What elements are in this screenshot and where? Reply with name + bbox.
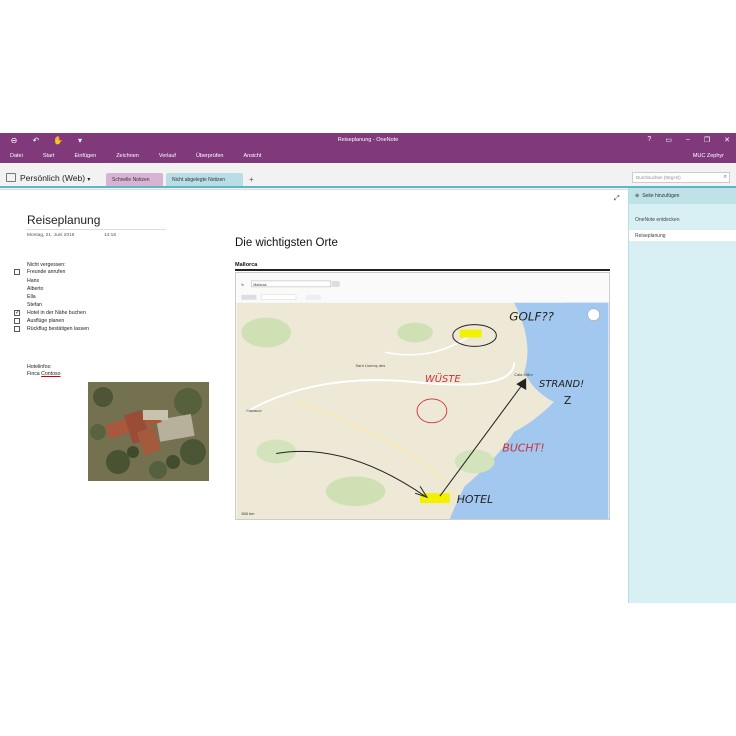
tab-datei[interactable]: Datei [10,153,23,159]
todo-item[interactable]: Ausflüge planen [14,318,64,324]
todo-item[interactable]: Rückflug bestätigen lassen [14,326,89,332]
title-divider [26,229,166,230]
annotation-golf: GOLF?? [509,310,554,324]
checkbox[interactable] [14,269,20,275]
ribbon-tabs: Datei Start Einfügen Zeichnen Verlauf Üb… [10,153,282,159]
help-icon[interactable]: ? [647,136,651,144]
checkbox-checked[interactable]: ✓ [14,310,20,316]
tab-start[interactable]: Start [43,153,55,159]
page-time: 14:16 [104,233,117,238]
hotel-name: Finca Contoso [27,371,60,377]
annotation-bucht: BUCHT! [502,442,544,455]
close-icon[interactable]: ✕ [724,136,730,144]
restore-icon[interactable]: ❐ [704,136,710,144]
page-date: Montag, 21. Juni 2015 [27,233,75,238]
search-input[interactable]: Durchsuchen (Strg+E) ⌕ [632,172,730,183]
hotel-info-label: Hotelinfos: [27,364,52,370]
todo-text: Freunde anrufen [27,269,66,275]
todo-item[interactable]: ✓ Hotel in der Nähe buchen [14,310,86,316]
annotation-hotel: HOTEL [457,493,493,506]
add-page-label: Seite hinzufügen [642,193,680,199]
tab-ansicht[interactable]: Ansicht [243,153,261,159]
search-placeholder: Durchsuchen (Strg+E) [636,175,681,180]
checkbox[interactable] [14,326,20,332]
svg-text:500 km: 500 km [241,511,255,516]
window-controls: ? ▭ – ❐ ✕ [647,136,730,144]
map-label: Cala Millor [514,372,533,377]
subsection-divider [235,269,610,271]
list-item: Hans [27,278,40,284]
expand-icon[interactable]: ⤢ [614,195,620,203]
notebook-name: Persönlich (Web) [20,173,86,183]
pages-panel: ⊕ Seite hinzufügen OneNote entdecken Reis… [628,188,736,603]
notebook-selector[interactable]: Persönlich (Web) ▾ [20,173,90,183]
section-title[interactable]: Die wichtigsten Orte [235,237,338,249]
window-title: Reiseplanung - OneNote [337,137,399,143]
ribbon: Datei Start Einfügen Zeichnen Verlauf Üb… [0,149,736,163]
todo-text: Ausflüge planen [27,318,65,324]
list-item: Ella [27,294,36,300]
ribbon-display-icon[interactable]: ▭ [665,136,672,144]
map-search-value: Mallorca [253,283,266,287]
tab-einfuegen[interactable]: Einfügen [74,153,96,159]
page-title[interactable]: Reiseplanung [27,213,100,227]
hotel-link[interactable]: Contoso [41,371,60,377]
svg-text:Z: Z [564,394,571,407]
hotel-prefix: Finca [27,371,40,377]
add-page-button[interactable]: ⊕ Seite hinzufügen [629,188,736,204]
map-label: Manacor [246,408,262,413]
section-tab-schnelle-notizen[interactable]: Schnelle Notizen [106,173,163,187]
annotation-strand: STRAND! [539,379,584,390]
list-item: Alberto [27,286,44,292]
page-item-reiseplanung[interactable]: Reiseplanung [629,230,736,241]
subsection-title[interactable]: Mallorca [235,262,257,268]
todo-item[interactable]: Freunde anrufen [14,269,65,275]
user-name[interactable]: MUC Zephyr [693,153,724,159]
page-item-onenote-entdecken[interactable]: OneNote entdecken [635,217,679,223]
map-screenshot[interactable]: b Mallorca Sant Llorenç des Manacor Cala… [235,272,610,520]
annotation-wueste: WÜSTE [425,372,461,385]
section-color-bar [0,186,736,188]
tab-ueberpruefen[interactable]: Überprüfen [196,153,224,159]
notebook-icon [6,173,16,182]
tab-verlauf[interactable]: Verlauf [159,153,176,159]
chevron-down-icon: ▾ [87,177,91,183]
search-icon[interactable]: ⌕ [724,174,727,181]
tab-zeichnen[interactable]: Zeichnen [116,153,139,159]
section-tab-nicht-abgelegte-notizen[interactable]: Nicht abgelegte Notizen [166,173,243,187]
todo-text: Rückflug bestätigen lassen [27,326,89,332]
list-heading: Nicht vergessen: [27,262,66,268]
checkbox[interactable] [14,318,20,324]
title-bar: ⊖ ↶ ✋ ▾ Reiseplanung - OneNote ? ▭ – ❐ ✕ [0,133,736,149]
hotel-aerial-photo[interactable] [88,382,209,481]
list-item: Stefan [27,302,42,308]
minimize-icon[interactable]: – [686,136,690,144]
map-label: Sant Llorenç des [356,363,386,368]
todo-text: Hotel in der Nähe buchen [27,310,86,316]
plus-icon: ⊕ [635,193,640,199]
